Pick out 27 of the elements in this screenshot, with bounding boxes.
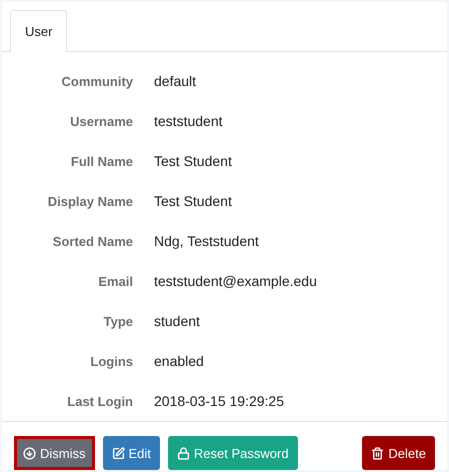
- field-value: Test Student: [154, 193, 233, 209]
- field-value: student: [154, 313, 201, 329]
- field-label: Sorted Name: [52, 234, 133, 248]
- field-label: Logins: [89, 354, 133, 368]
- field-label: Username: [69, 114, 133, 128]
- field-label: Last Login: [66, 394, 133, 408]
- action-button[interactable]: Reset Password: [168, 436, 298, 470]
- field-value: Test Student: [154, 153, 233, 169]
- tab[interactable]: User: [10, 10, 68, 52]
- field-label: Community: [60, 74, 133, 88]
- action-button[interactable]: Delete: [362, 436, 435, 470]
- action-button[interactable]: Edit: [102, 436, 160, 470]
- field-value: Ndg, Teststudent: [154, 233, 260, 249]
- field-label: Display Name: [46, 194, 133, 208]
- field-label: Email: [97, 274, 133, 288]
- field-value: teststudent: [154, 113, 224, 129]
- arrow-down-circle-icon: [23, 446, 36, 460]
- field-label: Type: [102, 314, 133, 328]
- field-value: enabled: [154, 353, 205, 369]
- pencil-square-icon: [112, 446, 124, 460]
- action-button[interactable]: Dismiss: [14, 436, 94, 470]
- field-value: 2018-03-15 19:29:25: [154, 393, 285, 409]
- trash-icon: [371, 446, 384, 460]
- field-value: default: [154, 73, 198, 89]
- field-value: teststudent@example.edu: [154, 273, 318, 289]
- lock-icon: [176, 446, 190, 460]
- field-label: Full Name: [70, 154, 133, 168]
